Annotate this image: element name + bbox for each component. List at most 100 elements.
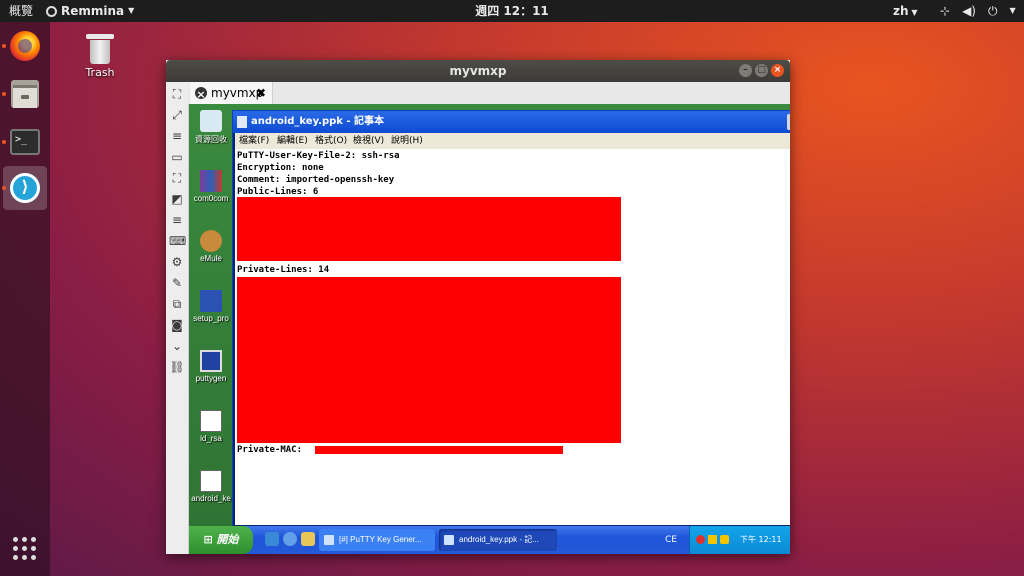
security-alert-icon[interactable]	[696, 535, 705, 544]
text-line: Public-Lines: 6	[237, 187, 319, 197]
xp-icon-label: id_rsa	[200, 434, 222, 443]
remmina-toolbar: ⛶ ⤢ ≡ ▭ ⛶ ◩ ≡ ⌨ ⚙ ✎ ⧉ ◙ ⌄ ⛓	[166, 82, 189, 554]
windows-logo-icon: ⊞	[203, 533, 213, 546]
resize-icon[interactable]: ◩	[169, 191, 185, 207]
xp-icon-label: puttygen	[195, 374, 227, 383]
disconnect-icon[interactable]: ⛓	[169, 359, 185, 375]
firefox-icon	[10, 31, 40, 61]
menu-lines-icon[interactable]: ≡	[169, 128, 185, 144]
xp-clock[interactable]: 下午 12:11	[740, 526, 782, 554]
text-line: Comment: imported-openssh-key	[237, 175, 395, 185]
screenshot-icon[interactable]: ◙	[169, 317, 185, 333]
xp-icon-label: 資源回收	[195, 135, 227, 144]
preferences-icon[interactable]: ⚙	[169, 254, 185, 270]
tools-icon[interactable]: ✎	[169, 275, 185, 291]
dock-item-firefox[interactable]	[2, 24, 47, 68]
xp-icon-setup-pro[interactable]: setup_pro	[189, 290, 233, 323]
running-indicator	[2, 186, 6, 190]
xp-icon-emule[interactable]: eMule	[189, 230, 233, 263]
trash-icon	[86, 34, 114, 64]
remmina-icon	[10, 173, 40, 203]
clock-container: 週四 12：11	[0, 0, 1024, 22]
tray-icon[interactable]	[708, 535, 717, 544]
start-label: 開始	[216, 533, 239, 546]
desktop-trash[interactable]: Trash	[72, 34, 128, 79]
input-method-indicator[interactable]: zh ▼	[893, 0, 917, 22]
ie-icon[interactable]	[283, 532, 297, 546]
start-button[interactable]: ⊞ 開始	[189, 526, 253, 554]
xp-icon-android-key[interactable]: android_ke	[189, 470, 233, 503]
window-icon[interactable]: ▭	[169, 149, 185, 165]
menu-view[interactable]: 檢視(V)	[353, 133, 384, 149]
language-indicator[interactable]: CE	[665, 526, 677, 554]
keyboard-icon[interactable]: ⌨	[169, 233, 186, 249]
dock-item-terminal[interactable]: >_	[2, 120, 47, 164]
file-icon	[200, 410, 222, 432]
folder-icon[interactable]	[301, 532, 315, 546]
show-applications-icon[interactable]	[13, 537, 37, 561]
xp-icon-com0com[interactable]: com0com	[189, 170, 233, 203]
fit-window-icon[interactable]: ⤢	[169, 107, 185, 123]
running-indicator	[2, 140, 6, 144]
xp-icon-recycle-bin[interactable]: 資源回收	[189, 110, 233, 145]
notepad-titlebar[interactable]: android_key.ppk - 記事本	[233, 111, 790, 133]
menu-edit[interactable]: 編輯(E)	[277, 133, 308, 149]
duplicate-icon[interactable]: ⧉	[169, 296, 185, 312]
trash-label: Trash	[85, 66, 115, 79]
taskbar-button-puttygen[interactable]: [#] PuTTY Key Gener...	[319, 529, 435, 551]
running-indicator	[2, 92, 6, 96]
close-button[interactable]: ×	[771, 64, 784, 77]
recycle-bin-icon	[200, 110, 222, 132]
minimize-chevron-icon[interactable]: ⌄	[169, 338, 185, 354]
menu-file[interactable]: 檔案(F)	[239, 133, 269, 149]
scale-icon[interactable]: ⛶	[169, 170, 185, 186]
taskbar-button-label: [#] PuTTY Key Gener...	[339, 535, 422, 544]
text-line: Encryption: none	[237, 163, 324, 173]
xp-icon-label: setup_pro	[193, 314, 229, 323]
emule-icon	[200, 230, 222, 252]
xp-icon-puttygen[interactable]: puttygen	[189, 350, 233, 383]
settings-lines-icon[interactable]: ≡	[169, 212, 185, 228]
redaction-block	[315, 446, 563, 454]
menu-format[interactable]: 格式(O)	[315, 133, 347, 149]
window-titlebar[interactable]: myvmxp – □ ×	[166, 60, 790, 82]
running-indicator	[2, 44, 6, 48]
system-menu[interactable]: ⊹ ◀) ⏻ ▼	[940, 0, 1016, 22]
clock[interactable]: 週四 12：11	[475, 4, 549, 18]
app-menu[interactable]: Remmina ▼	[46, 0, 134, 22]
menu-help[interactable]: 說明(H)	[391, 133, 423, 149]
fullscreen-icon[interactable]: ⛶	[169, 86, 185, 102]
notepad-text-area[interactable]: PuTTY-User-Key-File-2: ssh-rsa Encryptio…	[235, 149, 790, 525]
xp-icon-id-rsa[interactable]: id_rsa	[189, 410, 233, 443]
tab-myvmxp[interactable]: myvmxp ✖	[190, 82, 273, 106]
network-icon: ⊹	[940, 4, 951, 18]
dock-item-remmina[interactable]	[2, 166, 47, 210]
minimize-button[interactable]: –	[739, 64, 752, 77]
xp-icon-label: eMule	[200, 254, 222, 263]
dock-item-files[interactable]	[2, 72, 47, 116]
puttygen-icon	[324, 535, 334, 545]
window-title: myvmxp	[449, 64, 507, 78]
xp-taskbar: ⊞ 開始 [#] PuTTY Key Gener... android_key.…	[189, 526, 790, 554]
dock: >_	[0, 22, 50, 576]
taskbar-button-notepad[interactable]: android_key.ppk - 記...	[439, 529, 557, 551]
power-icon: ⏻	[987, 4, 998, 18]
chevron-down-icon: ▼	[128, 6, 135, 15]
text-line: Private-MAC:	[237, 445, 308, 455]
show-desktop-icon[interactable]	[265, 532, 279, 546]
tab-close-button[interactable]: ✖	[256, 82, 266, 104]
titlebar-button-edge[interactable]	[787, 114, 790, 130]
text-line: Private-Lines: 14	[237, 265, 330, 275]
maximize-button[interactable]: □	[755, 64, 768, 77]
files-icon	[11, 80, 39, 108]
archive-icon	[200, 170, 222, 192]
activities-button[interactable]: 概覽	[9, 0, 33, 22]
redaction-block	[237, 277, 621, 443]
notepad-menubar: 檔案(F) 編輯(E) 格式(O) 檢視(V) 說明(H)	[235, 133, 790, 149]
tray-icon[interactable]	[720, 535, 729, 544]
remmina-window: myvmxp – □ × ⛶ ⤢ ≡ ▭ ⛶ ◩ ≡ ⌨ ⚙ ✎ ⧉ ◙ ⌄ ⛓…	[166, 60, 790, 554]
chevron-down-icon: ▼	[1009, 6, 1016, 15]
notepad-icon	[237, 116, 247, 128]
input-method-label: zh	[893, 4, 909, 18]
remote-desktop[interactable]: 資源回收 com0com eMule setup_pro puttygen id…	[189, 104, 790, 554]
